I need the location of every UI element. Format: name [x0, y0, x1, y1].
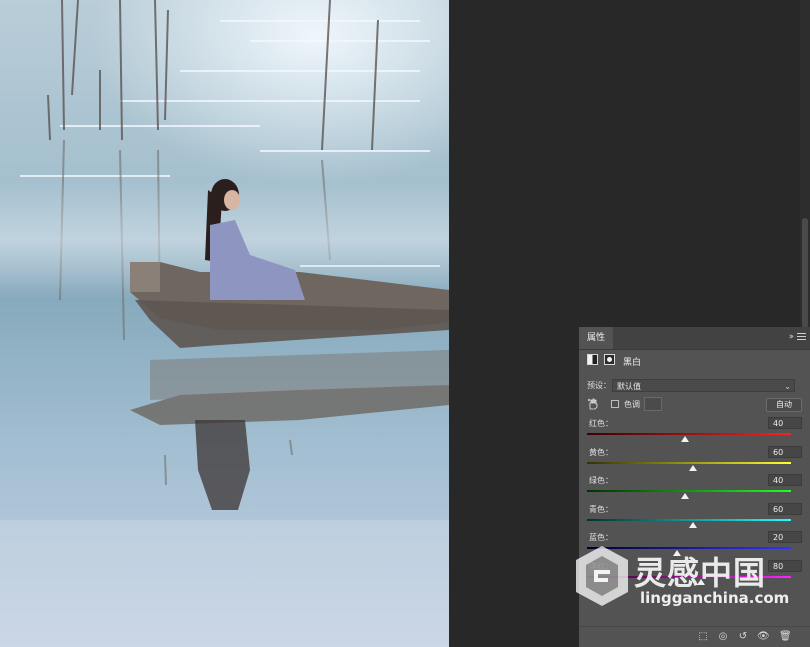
layer-mask-icon[interactable] [604, 354, 615, 365]
slider-row: 青色： 60 [587, 502, 802, 528]
clip-to-layer-icon[interactable]: ⬚ [697, 631, 709, 643]
tint-label: 色调 [624, 400, 640, 409]
slider-label: 洋红： [589, 561, 613, 571]
collapse-icon[interactable]: ›› [789, 332, 794, 342]
slider-value-field[interactable]: 40 [768, 417, 802, 429]
slider-label: 黄色： [589, 447, 613, 457]
tint-checkbox[interactable] [611, 400, 619, 408]
slider-row: 红色： 40 [587, 417, 802, 442]
slider-thumb[interactable] [680, 436, 689, 442]
slider-track[interactable] [587, 461, 791, 464]
slider-row: 黄色： 60 [587, 445, 802, 471]
slider-row: 绿色： 40 [587, 474, 802, 499]
auto-button[interactable]: 自动 [766, 398, 802, 412]
canvas-photo[interactable] [0, 0, 449, 647]
slider-thumb[interactable] [689, 464, 698, 471]
tint-color-swatch[interactable] [644, 397, 662, 411]
slider-value-field[interactable]: 20 [768, 531, 802, 543]
slider-value-field[interactable]: 60 [768, 502, 802, 515]
slider-thumb[interactable] [689, 521, 698, 528]
slider-track[interactable] [587, 433, 791, 435]
slider-thumb[interactable] [680, 493, 689, 499]
chevron-down-icon: ⌄ [784, 382, 791, 391]
adjustment-title: 黑白 [623, 358, 642, 368]
tint-row: 色调 自动 [587, 397, 802, 413]
vertical-scrollbar[interactable] [800, 0, 810, 330]
slider-row: 洋红： 80 [587, 559, 802, 585]
slider-value-field[interactable]: 40 [768, 474, 802, 486]
view-previous-state-icon[interactable]: ◎ [717, 631, 729, 643]
slider-label: 青色： [589, 504, 613, 514]
slider-label: 绿色： [589, 476, 613, 485]
panel-tabbar: 属性 ›› [579, 327, 810, 350]
targeted-adjustment-hand-icon[interactable] [587, 398, 599, 410]
slider-label: 蓝色： [589, 533, 613, 542]
preset-value: 默认值 [617, 382, 641, 391]
slider-row: 蓝色： 20 [587, 531, 802, 556]
slider-value-field[interactable]: 60 [768, 445, 802, 458]
tab-properties[interactable]: 属性 [579, 327, 614, 349]
slider-track[interactable] [587, 518, 791, 521]
preset-row: 预设： 默认值 ⌄ [587, 379, 802, 393]
reset-icon[interactable]: ↺ [737, 631, 749, 643]
trash-icon[interactable]: 🗑 [779, 631, 792, 643]
visibility-eye-icon[interactable]: 👁 [757, 631, 770, 643]
slider-track[interactable] [587, 547, 791, 549]
panel-footer: ⬚ ◎ ↺ 👁 🗑 [579, 626, 810, 647]
panel-menu-icon[interactable] [797, 333, 806, 342]
slider-track[interactable] [587, 490, 791, 492]
scrollbar-thumb[interactable] [802, 218, 808, 328]
slider-track[interactable] [587, 575, 791, 578]
black-white-adjustment-icon [587, 354, 598, 365]
properties-panel: 属性 ›› 黑白 预设： 默认值 ⌄ 色调 自动 红色： 40 黄色： 60 绿色： 40… [579, 327, 810, 647]
slider-value-field[interactable]: 80 [768, 559, 802, 572]
slider-thumb[interactable] [672, 550, 681, 556]
slider-thumb[interactable] [697, 578, 706, 585]
preset-dropdown[interactable]: 默认值 ⌄ [612, 379, 795, 392]
preset-label: 预设： [587, 381, 611, 390]
photo-image [0, 0, 449, 647]
slider-label: 红色： [589, 419, 613, 428]
adjustment-header: 黑白 [587, 352, 802, 370]
